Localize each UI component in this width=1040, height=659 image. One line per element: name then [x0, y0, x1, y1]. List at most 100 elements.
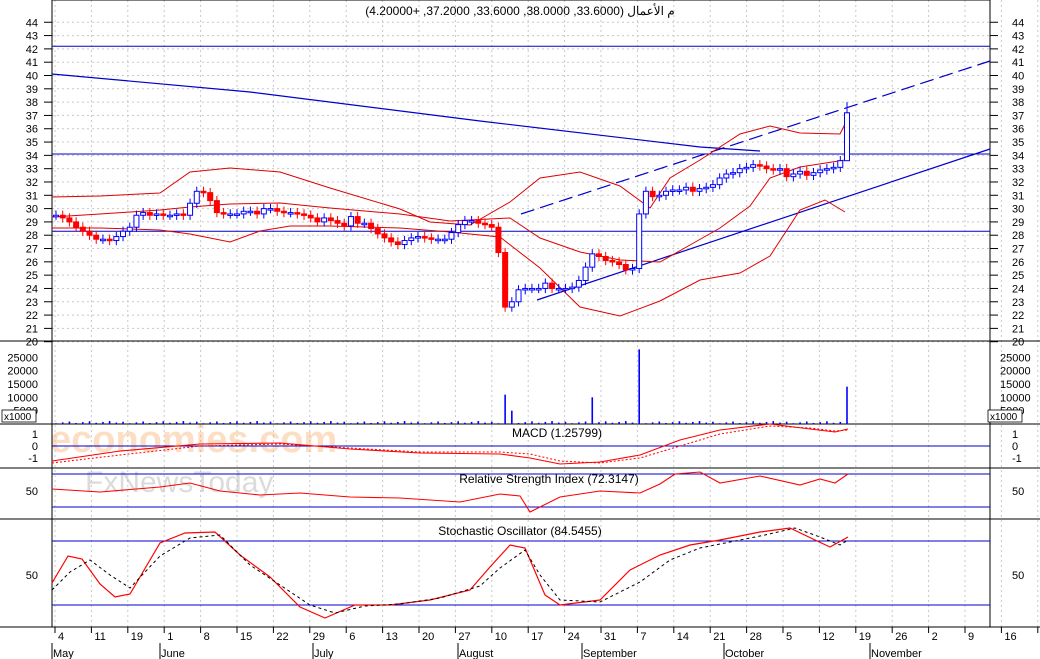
candle-body — [448, 232, 455, 240]
y-tick-label-right: 36 — [1012, 124, 1024, 136]
x-month-label: October — [725, 648, 764, 659]
x-tick-label: 22 — [276, 631, 288, 643]
candle-body — [213, 200, 220, 214]
candle-body — [589, 253, 596, 268]
candle-body — [696, 188, 703, 192]
macd-tick-right: 0 — [1012, 441, 1018, 453]
candle-body — [254, 210, 261, 215]
x-tick-label: 29 — [313, 631, 325, 643]
candle-body — [99, 238, 106, 242]
candle-body — [113, 236, 120, 242]
candle-body — [414, 236, 421, 239]
candle-body — [267, 208, 274, 211]
y-tick-label-left: 37 — [26, 110, 38, 122]
candle-body — [421, 236, 428, 239]
candle-body — [53, 214, 59, 218]
candle-body — [616, 261, 623, 266]
y-tick-label-right: 24 — [1012, 283, 1024, 295]
x-month-label: November — [871, 648, 922, 659]
y-tick-label-left: 29 — [26, 217, 38, 229]
candle-body — [461, 220, 468, 226]
candle-body — [401, 240, 408, 246]
candle-body — [709, 184, 716, 188]
candle-body — [341, 222, 348, 227]
y-tick-label-left: 30 — [26, 204, 38, 216]
y-tick-label-left: 25 — [26, 270, 38, 282]
volume-tick-right: 15000 — [1000, 379, 1031, 391]
x-tick-label: 10 — [495, 631, 507, 643]
x-tick-label: 28 — [750, 631, 762, 643]
y-tick-label-left: 21 — [26, 323, 38, 335]
candle-body — [810, 172, 817, 176]
candle-body — [837, 160, 844, 168]
stochastic-tick-right: 50 — [1012, 570, 1024, 582]
rsi-tick-right: 50 — [1012, 486, 1024, 498]
volume-unit-left: x1000 — [4, 412, 32, 423]
rsi-title: Relative Strength Index (72.3147) — [459, 472, 638, 486]
rsi-tick-left: 50 — [26, 486, 38, 498]
y-tick-label-right: 28 — [1012, 230, 1024, 242]
candle-body — [642, 190, 649, 215]
x-tick-label: 15 — [240, 631, 252, 643]
macd-title: MACD (1.25799) — [512, 426, 602, 440]
candle-body — [166, 214, 173, 218]
x-tick-label: 9 — [968, 631, 974, 643]
candle-body — [126, 226, 133, 232]
y-tick-label-right: 42 — [1012, 44, 1024, 56]
y-tick-label-left: 20 — [26, 337, 38, 349]
y-tick-label-right: 23 — [1012, 297, 1024, 309]
candle-body — [381, 233, 388, 239]
candle-body — [301, 213, 308, 216]
volume-tick-left: 20000 — [7, 366, 38, 378]
candle-body — [408, 237, 415, 242]
candle-body — [750, 164, 757, 168]
candle-body — [394, 241, 401, 246]
volume-tick-left: 25000 — [7, 352, 38, 364]
candle-body — [783, 168, 790, 178]
x-tick-label: 14 — [677, 631, 689, 643]
candle-body — [200, 190, 207, 194]
candle-body — [334, 220, 341, 224]
candle-body — [441, 238, 448, 242]
candle-body — [743, 166, 750, 170]
candle-body — [636, 213, 643, 269]
candle-body — [756, 164, 763, 167]
candle-body — [79, 226, 86, 232]
x-tick-label: 26 — [895, 631, 907, 643]
candle-body — [207, 192, 214, 202]
candle-body — [555, 287, 562, 291]
candle-body — [736, 168, 743, 174]
x-tick-label: 17 — [531, 631, 543, 643]
y-tick-label-left: 31 — [26, 190, 38, 202]
x-tick-label: 20 — [422, 631, 434, 643]
volume-tick-left: 15000 — [7, 379, 38, 391]
candle-body — [428, 237, 435, 240]
x-month-label: September — [583, 648, 637, 659]
candle-body — [347, 216, 354, 227]
y-tick-label-right: 33 — [1012, 164, 1024, 176]
candle-body — [233, 213, 240, 216]
candle-body — [528, 287, 535, 291]
candle-body — [321, 217, 328, 223]
candle-body — [776, 168, 783, 171]
candle-body — [622, 264, 629, 271]
candle-body — [361, 222, 368, 226]
y-tick-label-left: 40 — [26, 71, 38, 83]
candle-body — [830, 166, 837, 170]
candle-body — [354, 216, 361, 224]
y-tick-label-left: 44 — [26, 17, 38, 29]
y-tick-label-left: 43 — [26, 31, 38, 43]
candle-body — [569, 286, 576, 290]
y-tick-label-right: 41 — [1012, 57, 1024, 69]
candle-body — [106, 238, 113, 242]
y-tick-label-right: 21 — [1012, 323, 1024, 335]
candle-body — [730, 172, 737, 175]
candle-body — [595, 253, 602, 258]
y-tick-label-left: 27 — [26, 244, 38, 256]
x-month-label: August — [459, 648, 493, 659]
x-tick-label: 6 — [349, 631, 355, 643]
candle-body — [502, 252, 509, 308]
y-tick-label-left: 36 — [26, 124, 38, 136]
y-tick-label-left: 23 — [26, 297, 38, 309]
stock-chart: economies.com FxNewsToday 4 11 19 1 8 15 22 29 6… — [0, 0, 1040, 659]
